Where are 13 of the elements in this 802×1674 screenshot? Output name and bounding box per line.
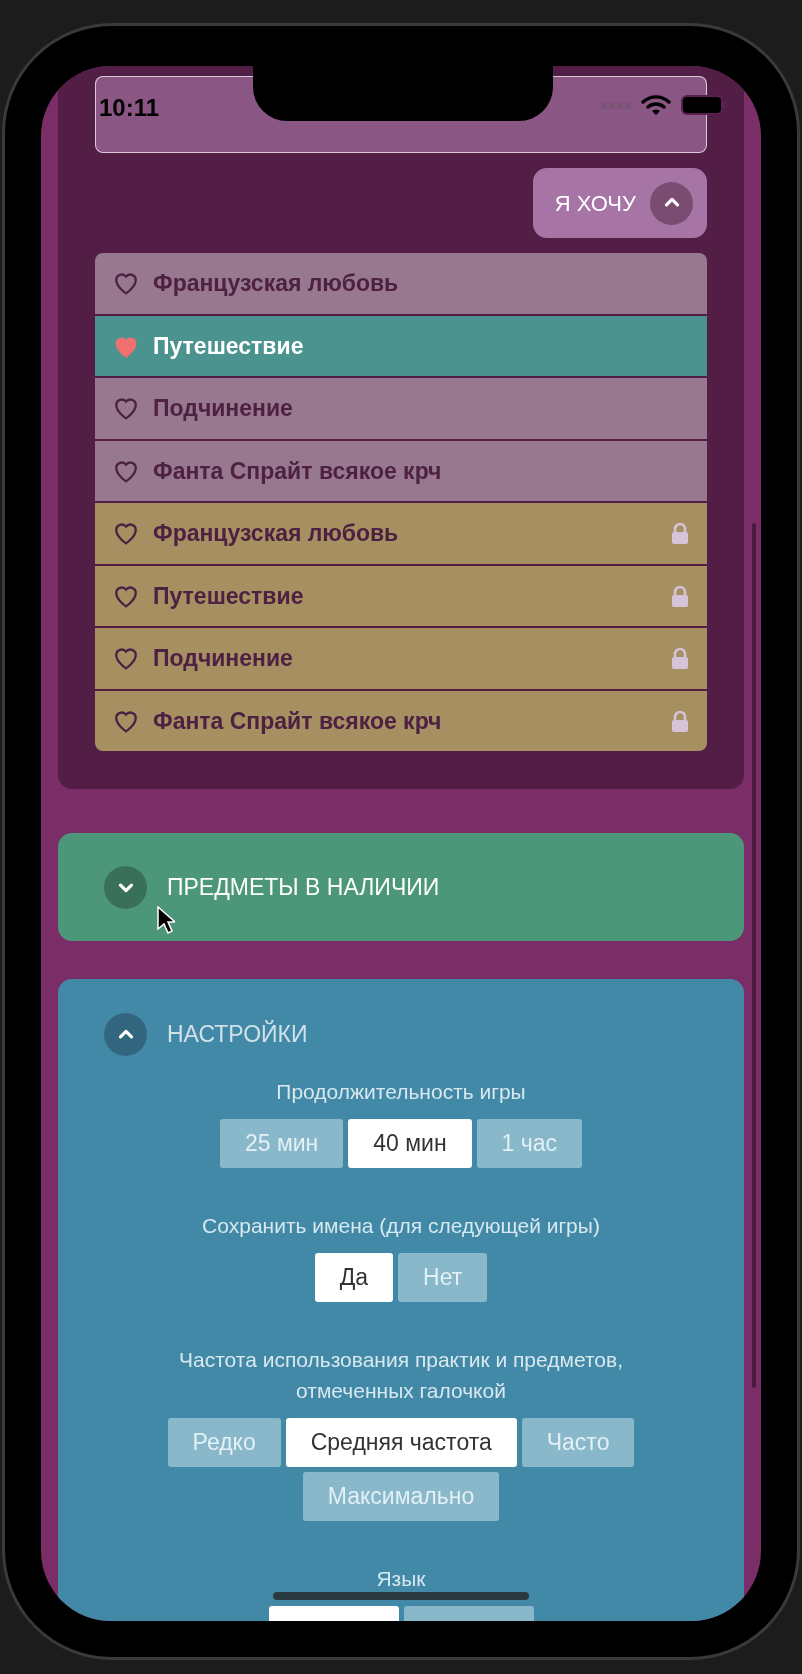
setting-label: Язык xyxy=(376,1566,426,1592)
setting-label: Частота использования практик и предметов, отмеченных галочкой xyxy=(178,1347,624,1404)
item-label: Путешествие xyxy=(153,581,305,611)
item-label: Французская любовь xyxy=(153,269,400,298)
item-label: Фанта Спрайт всякое крч xyxy=(153,456,443,486)
item-label: Подчинение xyxy=(153,644,294,673)
item-label: Подчинение xyxy=(153,394,294,423)
setting-label: Продолжительность игры xyxy=(276,1079,526,1105)
setting-label: Сохранить имена (для следующей игры) xyxy=(202,1213,600,1239)
status-time-overlay: 10:11 xyxy=(99,93,160,123)
item-label: Фанта Спрайт всякое крч xyxy=(153,706,443,736)
item-label: Французская любовь xyxy=(153,519,400,548)
item-label: Путешествие xyxy=(153,331,305,361)
